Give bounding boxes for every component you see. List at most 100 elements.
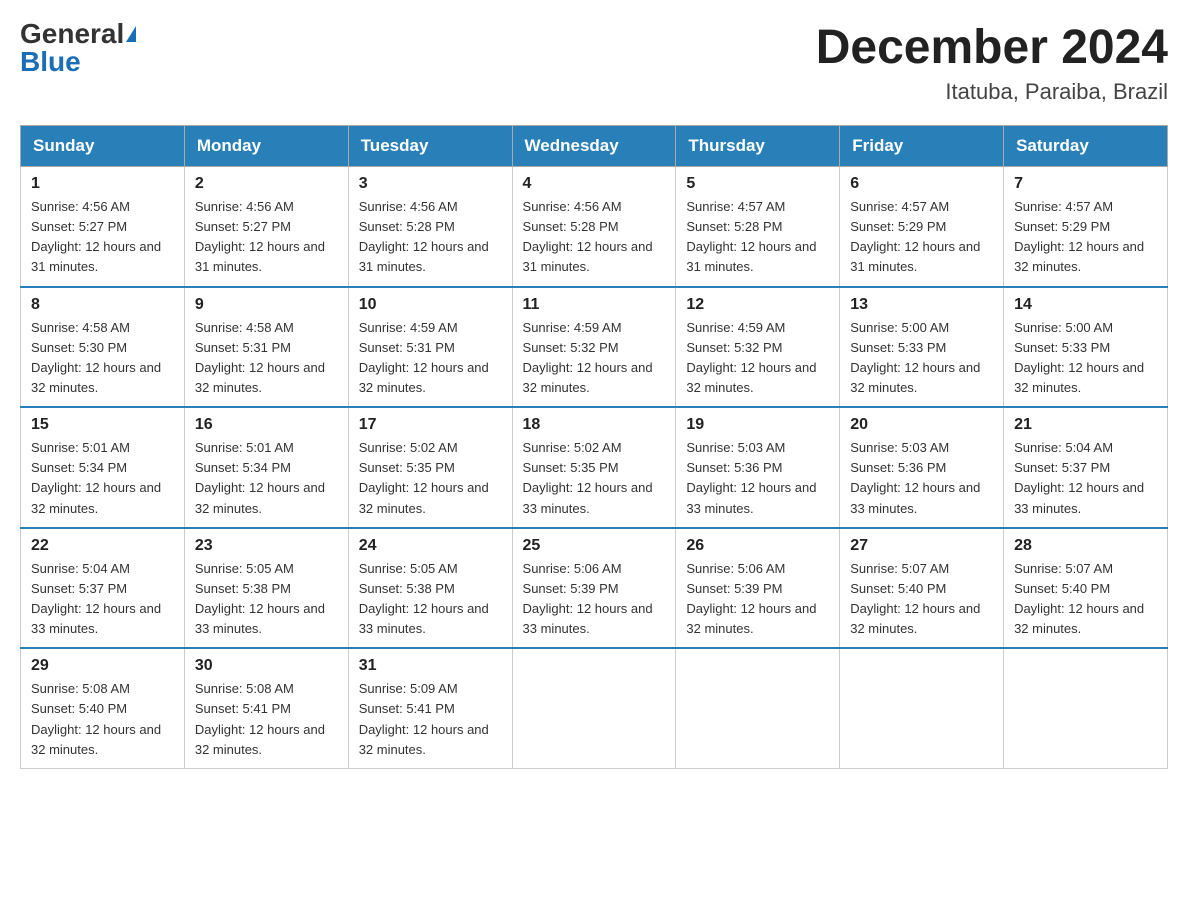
day-number: 25: [523, 537, 666, 555]
day-info: Sunrise: 4:56 AMSunset: 5:27 PMDaylight:…: [195, 197, 338, 278]
calendar-cell: 10 Sunrise: 4:59 AMSunset: 5:31 PMDayligh…: [348, 287, 512, 408]
calendar-cell: 23 Sunrise: 5:05 AMSunset: 5:38 PMDayligh…: [184, 528, 348, 649]
day-info: Sunrise: 4:56 AMSunset: 5:28 PMDaylight:…: [359, 197, 502, 278]
day-number: 31: [359, 657, 502, 675]
day-number: 4: [523, 175, 666, 193]
header-thursday: Thursday: [676, 126, 840, 167]
calendar-cell: 4 Sunrise: 4:56 AMSunset: 5:28 PMDaylight…: [512, 167, 676, 287]
day-number: 1: [31, 175, 174, 193]
day-number: 30: [195, 657, 338, 675]
day-number: 11: [523, 296, 666, 314]
page-header: General Blue December 2024 Itatuba, Para…: [20, 20, 1168, 105]
day-info: Sunrise: 5:03 AMSunset: 5:36 PMDaylight:…: [850, 438, 993, 519]
calendar-cell: 1 Sunrise: 4:56 AMSunset: 5:27 PMDaylight…: [21, 167, 185, 287]
calendar-cell: 18 Sunrise: 5:02 AMSunset: 5:35 PMDayligh…: [512, 407, 676, 528]
header-sunday: Sunday: [21, 126, 185, 167]
day-info: Sunrise: 5:01 AMSunset: 5:34 PMDaylight:…: [195, 438, 338, 519]
calendar-cell: 15 Sunrise: 5:01 AMSunset: 5:34 PMDayligh…: [21, 407, 185, 528]
day-number: 20: [850, 416, 993, 434]
day-number: 5: [686, 175, 829, 193]
day-info: Sunrise: 4:56 AMSunset: 5:28 PMDaylight:…: [523, 197, 666, 278]
calendar-cell: 21Sunrise: 5:04 AMSunset: 5:37 PMDayligh…: [1004, 407, 1168, 528]
day-number: 3: [359, 175, 502, 193]
calendar-cell: 19 Sunrise: 5:03 AMSunset: 5:36 PMDayligh…: [676, 407, 840, 528]
day-number: 15: [31, 416, 174, 434]
calendar-cell: [1004, 648, 1168, 768]
day-number: 28: [1014, 537, 1157, 555]
calendar-cell: 27Sunrise: 5:07 AMSunset: 5:40 PMDayligh…: [840, 528, 1004, 649]
day-number: 27: [850, 537, 993, 555]
logo-general-text: General: [20, 20, 124, 48]
logo-blue-text: Blue: [20, 48, 81, 76]
logo-triangle-icon: [126, 26, 136, 42]
day-info: Sunrise: 5:06 AMSunset: 5:39 PMDaylight:…: [686, 559, 829, 640]
month-year-title: December 2024: [816, 20, 1168, 75]
day-number: 23: [195, 537, 338, 555]
day-info: Sunrise: 5:05 AMSunset: 5:38 PMDaylight:…: [195, 559, 338, 640]
day-info: Sunrise: 5:09 AMSunset: 5:41 PMDaylight:…: [359, 679, 502, 760]
header-saturday: Saturday: [1004, 126, 1168, 167]
day-number: 19: [686, 416, 829, 434]
calendar-cell: 12Sunrise: 4:59 AMSunset: 5:32 PMDayligh…: [676, 287, 840, 408]
calendar-cell: 3 Sunrise: 4:56 AMSunset: 5:28 PMDaylight…: [348, 167, 512, 287]
calendar-cell: 28 Sunrise: 5:07 AMSunset: 5:40 PMDayligh…: [1004, 528, 1168, 649]
calendar-cell: 20 Sunrise: 5:03 AMSunset: 5:36 PMDayligh…: [840, 407, 1004, 528]
day-info: Sunrise: 4:58 AMSunset: 5:30 PMDaylight:…: [31, 318, 174, 399]
day-info: Sunrise: 5:05 AMSunset: 5:38 PMDaylight:…: [359, 559, 502, 640]
calendar-week-row: 22 Sunrise: 5:04 AMSunset: 5:37 PMDayligh…: [21, 528, 1168, 649]
calendar-cell: 17 Sunrise: 5:02 AMSunset: 5:35 PMDayligh…: [348, 407, 512, 528]
calendar-cell: 24Sunrise: 5:05 AMSunset: 5:38 PMDayligh…: [348, 528, 512, 649]
calendar-cell: 6 Sunrise: 4:57 AMSunset: 5:29 PMDaylight…: [840, 167, 1004, 287]
logo: General Blue: [20, 20, 136, 76]
day-info: Sunrise: 5:08 AMSunset: 5:41 PMDaylight:…: [195, 679, 338, 760]
header-tuesday: Tuesday: [348, 126, 512, 167]
day-number: 29: [31, 657, 174, 675]
day-number: 18: [523, 416, 666, 434]
day-number: 10: [359, 296, 502, 314]
day-info: Sunrise: 5:07 AMSunset: 5:40 PMDaylight:…: [1014, 559, 1157, 640]
day-info: Sunrise: 5:03 AMSunset: 5:36 PMDaylight:…: [686, 438, 829, 519]
day-number: 22: [31, 537, 174, 555]
day-info: Sunrise: 4:56 AMSunset: 5:27 PMDaylight:…: [31, 197, 174, 278]
calendar-cell: 11 Sunrise: 4:59 AMSunset: 5:32 PMDayligh…: [512, 287, 676, 408]
day-info: Sunrise: 4:57 AMSunset: 5:29 PMDaylight:…: [850, 197, 993, 278]
calendar-cell: 26 Sunrise: 5:06 AMSunset: 5:39 PMDayligh…: [676, 528, 840, 649]
calendar-cell: [512, 648, 676, 768]
calendar-week-row: 1 Sunrise: 4:56 AMSunset: 5:27 PMDaylight…: [21, 167, 1168, 287]
header-monday: Monday: [184, 126, 348, 167]
day-info: Sunrise: 5:00 AMSunset: 5:33 PMDaylight:…: [1014, 318, 1157, 399]
calendar-table: SundayMondayTuesdayWednesdayThursdayFrid…: [20, 125, 1168, 769]
calendar-cell: 25 Sunrise: 5:06 AMSunset: 5:39 PMDayligh…: [512, 528, 676, 649]
calendar-cell: 7Sunrise: 4:57 AMSunset: 5:29 PMDaylight…: [1004, 167, 1168, 287]
calendar-cell: [676, 648, 840, 768]
day-info: Sunrise: 5:01 AMSunset: 5:34 PMDaylight:…: [31, 438, 174, 519]
day-number: 6: [850, 175, 993, 193]
calendar-cell: 9Sunrise: 4:58 AMSunset: 5:31 PMDaylight…: [184, 287, 348, 408]
day-info: Sunrise: 5:00 AMSunset: 5:33 PMDaylight:…: [850, 318, 993, 399]
calendar-cell: 30 Sunrise: 5:08 AMSunset: 5:41 PMDayligh…: [184, 648, 348, 768]
day-number: 9: [195, 296, 338, 314]
calendar-cell: 16Sunrise: 5:01 AMSunset: 5:34 PMDayligh…: [184, 407, 348, 528]
location-subtitle: Itatuba, Paraiba, Brazil: [816, 79, 1168, 105]
day-number: 14: [1014, 296, 1157, 314]
day-info: Sunrise: 4:59 AMSunset: 5:32 PMDaylight:…: [523, 318, 666, 399]
calendar-cell: 13 Sunrise: 5:00 AMSunset: 5:33 PMDayligh…: [840, 287, 1004, 408]
day-number: 13: [850, 296, 993, 314]
day-info: Sunrise: 4:59 AMSunset: 5:32 PMDaylight:…: [686, 318, 829, 399]
calendar-cell: 22 Sunrise: 5:04 AMSunset: 5:37 PMDayligh…: [21, 528, 185, 649]
day-info: Sunrise: 5:04 AMSunset: 5:37 PMDaylight:…: [31, 559, 174, 640]
calendar-cell: 5Sunrise: 4:57 AMSunset: 5:28 PMDaylight…: [676, 167, 840, 287]
day-number: 8: [31, 296, 174, 314]
day-number: 17: [359, 416, 502, 434]
day-info: Sunrise: 5:02 AMSunset: 5:35 PMDaylight:…: [523, 438, 666, 519]
day-info: Sunrise: 4:59 AMSunset: 5:31 PMDaylight:…: [359, 318, 502, 399]
calendar-cell: 29Sunrise: 5:08 AMSunset: 5:40 PMDayligh…: [21, 648, 185, 768]
day-number: 26: [686, 537, 829, 555]
day-number: 21: [1014, 416, 1157, 434]
day-number: 2: [195, 175, 338, 193]
day-info: Sunrise: 5:02 AMSunset: 5:35 PMDaylight:…: [359, 438, 502, 519]
day-number: 7: [1014, 175, 1157, 193]
calendar-week-row: 15 Sunrise: 5:01 AMSunset: 5:34 PMDayligh…: [21, 407, 1168, 528]
calendar-cell: 31 Sunrise: 5:09 AMSunset: 5:41 PMDayligh…: [348, 648, 512, 768]
day-info: Sunrise: 5:06 AMSunset: 5:39 PMDaylight:…: [523, 559, 666, 640]
